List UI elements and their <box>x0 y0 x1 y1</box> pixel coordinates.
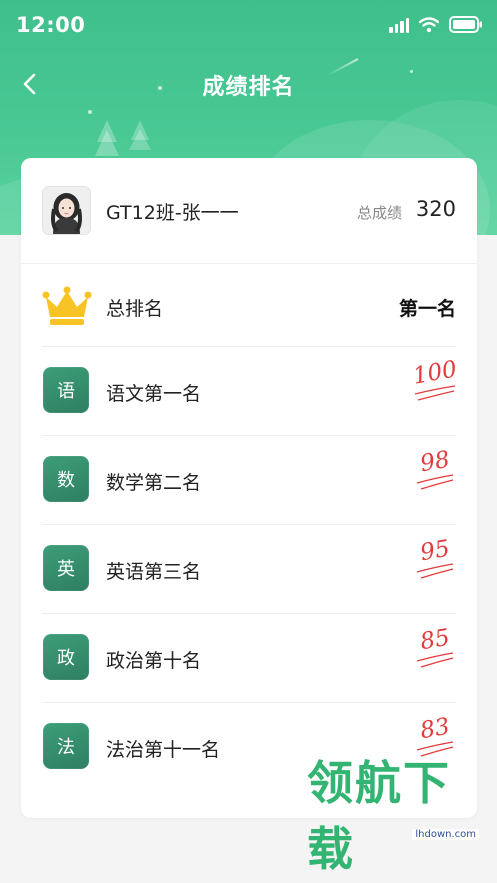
subject-badge: 语 <box>43 367 89 413</box>
navigation-bar: 成绩排名 <box>0 58 497 110</box>
subject-badge: 法 <box>43 723 89 769</box>
subject-row[interactable]: 语 语文第一名 100 <box>21 346 477 435</box>
score-underline <box>416 474 454 490</box>
subject-row[interactable]: 英 英语第三名 95 <box>21 524 477 613</box>
student-profile: GT12班-张一一 总成绩 320 <box>21 158 477 264</box>
total-score-label: 总成绩 <box>356 204 402 222</box>
page-title: 成绩排名 <box>202 75 295 100</box>
score-handwritten: 95 <box>411 536 459 596</box>
divider <box>42 435 456 436</box>
score-underline <box>416 652 454 668</box>
watermark: lhdown.com 领航下载 <box>307 756 487 881</box>
signal-icon <box>389 17 409 33</box>
student-name: GT12班-张一一 <box>106 202 239 224</box>
divider <box>42 613 456 614</box>
subject-badge: 政 <box>43 634 89 680</box>
divider <box>42 702 456 703</box>
ranking-card: GT12班-张一一 总成绩 320 总排名 第一名 语 语文第一名 100 数 … <box>21 158 477 818</box>
score-handwritten: 85 <box>411 625 459 685</box>
divider <box>42 346 456 347</box>
overall-rank-row: 总排名 第一名 <box>21 263 477 346</box>
subject-row[interactable]: 数 数学第二名 98 <box>21 435 477 524</box>
score-underline <box>414 385 456 401</box>
star-decoration <box>88 110 92 114</box>
score-handwritten: 98 <box>411 447 459 507</box>
divider <box>42 524 456 525</box>
avatar[interactable] <box>42 186 91 235</box>
subject-badge: 英 <box>43 545 89 591</box>
overall-rank-value: 第一名 <box>398 298 456 320</box>
status-time: 12:00 <box>16 13 86 37</box>
crown-icon <box>42 286 92 325</box>
subject-badge: 数 <box>43 456 89 502</box>
status-bar: 12:00 <box>0 0 497 52</box>
overall-rank-label: 总排名 <box>106 298 164 320</box>
subject-rank-label: 英语第三名 <box>106 561 202 583</box>
subject-rank-label: 数学第二名 <box>106 472 202 494</box>
battery-icon <box>449 16 482 33</box>
status-icons <box>389 16 483 33</box>
subject-rank-label: 政治第十名 <box>106 650 202 672</box>
score-underline <box>416 563 454 579</box>
score-handwritten: 100 <box>411 356 459 418</box>
subject-rank-label: 语文第一名 <box>106 383 202 405</box>
avatar-illustration <box>43 187 90 234</box>
subject-row[interactable]: 政 政治第十名 85 <box>21 613 477 702</box>
wifi-icon <box>419 16 439 32</box>
subject-rank-label: 法治第十一名 <box>106 739 221 761</box>
total-score-value: 320 <box>415 197 456 221</box>
watermark-text: 领航下载 <box>307 756 451 876</box>
